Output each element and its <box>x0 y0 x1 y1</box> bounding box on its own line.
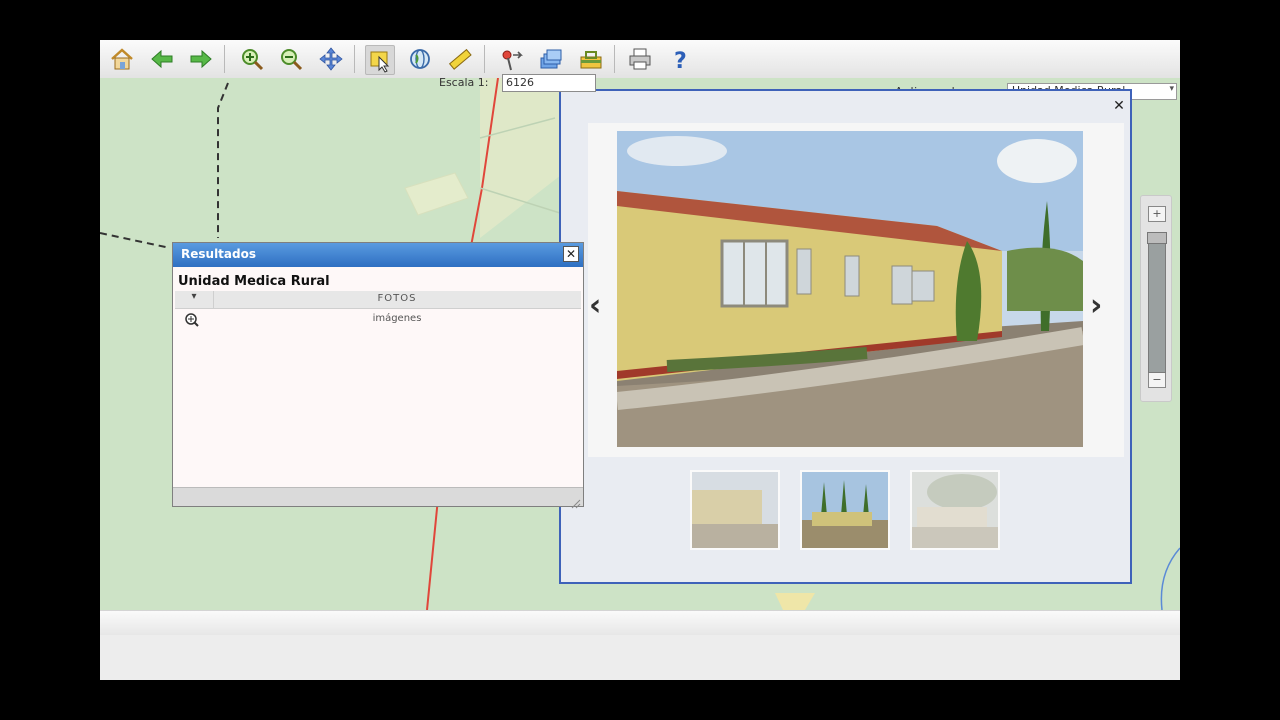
viewer-close-button[interactable]: ✕ <box>1111 98 1127 114</box>
globe-icon[interactable] <box>406 45 434 73</box>
results-title-bar[interactable]: Resultados ✕ <box>173 243 583 267</box>
results-footer <box>173 487 583 509</box>
zoom-slider-handle[interactable] <box>1147 232 1167 244</box>
zoom-slider: + − <box>1140 195 1172 402</box>
resize-handle[interactable] <box>571 494 581 509</box>
pin-icon[interactable] <box>497 45 525 73</box>
pan-icon[interactable] <box>317 45 345 73</box>
main-photo <box>617 131 1083 447</box>
zoom-out-icon[interactable] <box>277 45 305 73</box>
photos-link[interactable]: imágenes <box>213 313 581 324</box>
next-photo-button[interactable]: › <box>1090 288 1102 323</box>
zoom-in-icon[interactable] <box>238 45 266 73</box>
photo-thumbnail[interactable] <box>910 470 1000 550</box>
column-header-fotos[interactable]: FOTOS <box>213 293 581 304</box>
scale-label: Escala 1: <box>439 76 489 89</box>
layers-icon[interactable] <box>537 45 565 73</box>
zoom-slider-track[interactable] <box>1148 241 1166 373</box>
status-bar <box>100 610 1180 680</box>
photo-frame <box>588 123 1124 457</box>
previous-photo-button[interactable]: ‹ <box>589 288 601 323</box>
forward-icon[interactable] <box>187 45 215 73</box>
measure-icon[interactable] <box>446 45 474 73</box>
identify-icon[interactable] <box>365 45 395 75</box>
photo-thumbnail[interactable] <box>800 470 890 550</box>
table-row: imágenes <box>175 310 581 330</box>
results-title: Resultados <box>181 247 256 261</box>
zoom-to-feature-icon[interactable] <box>183 312 205 328</box>
back-icon[interactable] <box>148 45 176 73</box>
toolbar: ? <box>100 40 1180 79</box>
zoom-in-button[interactable]: + <box>1148 206 1166 222</box>
photo-thumbnail[interactable] <box>690 470 780 550</box>
sort-icon[interactable]: ▾ <box>175 291 214 308</box>
help-icon[interactable]: ? <box>666 45 694 73</box>
results-dialog: Resultados ✕ Unidad Medica Rural ▾ FOTOS… <box>172 242 584 509</box>
gis-app: ? Aplicar a la capa: Unidad Medica Rural… <box>100 40 1180 680</box>
svg-text:?: ? <box>674 49 687 72</box>
scale-input[interactable]: 6126 <box>502 74 596 92</box>
toolbox-icon[interactable] <box>577 45 605 73</box>
zoom-out-button[interactable]: − <box>1148 372 1166 388</box>
home-icon[interactable] <box>108 45 136 73</box>
print-icon[interactable] <box>626 45 654 73</box>
close-icon[interactable]: ✕ <box>563 246 579 262</box>
scale-value: 6126 <box>506 76 534 89</box>
results-layer-name: Unidad Medica Rural <box>178 274 330 289</box>
results-table-header: ▾ FOTOS <box>175 291 581 309</box>
chevron-down-icon: ▾ <box>1169 84 1174 94</box>
